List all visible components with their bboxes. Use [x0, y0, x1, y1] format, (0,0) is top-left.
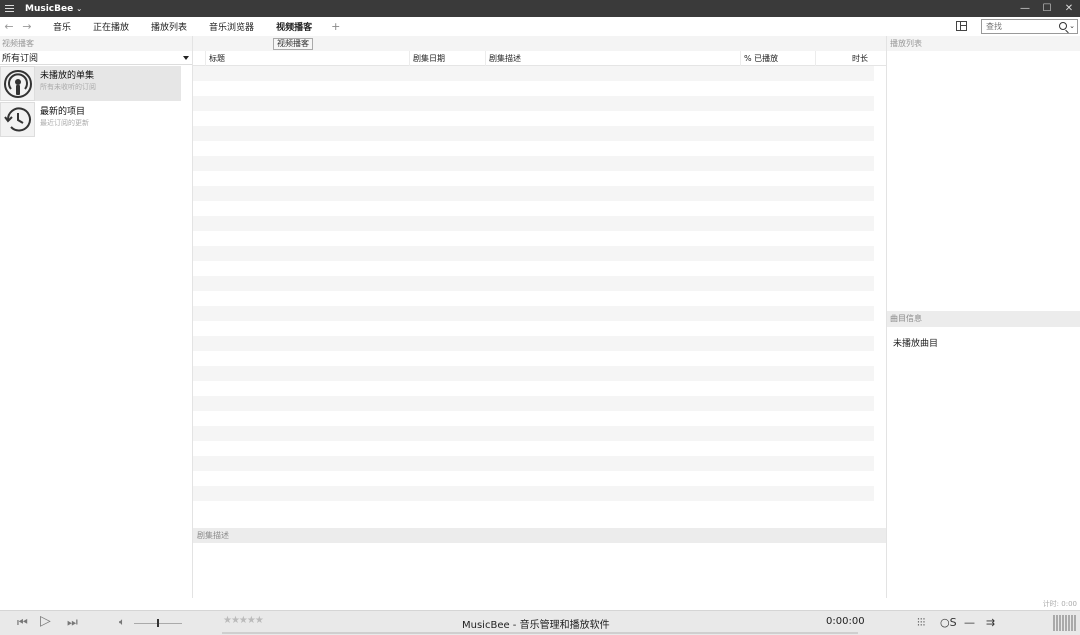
- caret-down-icon: [183, 55, 189, 60]
- feed-subtitle: 最近订阅的更新: [40, 119, 89, 127]
- playback-progress-bar[interactable]: [222, 632, 858, 634]
- search-input[interactable]: [986, 22, 1056, 31]
- podcast-feeds-panel: 视频播客 所有订阅 未播放的单集 所有未收听的订阅 最新的项目 最近订阅的更新: [0, 36, 193, 598]
- table-row: [193, 501, 874, 516]
- table-row: [193, 126, 874, 141]
- table-row: [193, 216, 874, 231]
- subscription-filter-dropdown[interactable]: 所有订阅: [0, 51, 192, 65]
- scrobble-icon[interactable]: ○S: [940, 616, 957, 629]
- table-row: [193, 381, 874, 396]
- feed-item-unplayed[interactable]: 未播放的单集 所有未收听的订阅: [0, 66, 181, 101]
- playback-time: 0:00:00: [826, 616, 865, 627]
- rating-stars[interactable]: ★★★★★: [223, 615, 264, 626]
- column-spacer: [193, 50, 206, 66]
- playlist-panel-header: 播放列表: [887, 36, 1080, 51]
- table-row: [193, 351, 874, 366]
- play-icon[interactable]: ▷: [40, 613, 51, 629]
- episode-list-panel: 标题 剧集日期 剧集描述 % 已播放 时长 剧集描述: [193, 36, 886, 598]
- filter-value: 所有订阅: [2, 54, 39, 64]
- previous-track-icon[interactable]: ⏮: [17, 615, 28, 630]
- timer-text: 计时: 0:00: [1042, 600, 1077, 608]
- now-playing-text: MusicBee - 音乐管理和播放软件: [462, 620, 610, 631]
- table-row: [193, 411, 874, 426]
- dash-icon[interactable]: —: [964, 616, 975, 629]
- table-row: [193, 66, 874, 81]
- feed-subtitle: 所有未收听的订阅: [40, 83, 96, 91]
- maximize-icon[interactable]: ☐: [1036, 0, 1058, 17]
- table-row: [193, 306, 874, 321]
- layout-panel-icon[interactable]: [956, 21, 967, 31]
- tab-music[interactable]: 音乐: [42, 20, 82, 33]
- table-row: [193, 231, 874, 246]
- table-row: [193, 336, 874, 351]
- back-arrow-icon[interactable]: ←: [0, 20, 18, 33]
- equalizer-icon[interactable]: ⫶⫶⫶: [917, 616, 925, 630]
- track-info-header: 曲目信息: [887, 311, 1080, 327]
- episode-rows[interactable]: [193, 66, 874, 516]
- forward-arrow-icon[interactable]: →: [18, 20, 36, 33]
- table-row: [193, 186, 874, 201]
- table-row: [193, 156, 874, 171]
- volume-icon[interactable]: 🔈︎: [119, 617, 125, 628]
- track-info-text: 未播放曲目: [893, 339, 939, 349]
- table-row: [193, 261, 874, 276]
- tab-now-playing[interactable]: 正在播放: [82, 20, 140, 33]
- podcast-icon: [0, 66, 35, 101]
- volume-slider-handle[interactable]: [157, 619, 159, 627]
- table-row: [193, 486, 874, 501]
- table-row: [193, 246, 874, 261]
- window-controls: — ☐ ✕: [1014, 0, 1080, 17]
- table-row: [193, 201, 874, 216]
- shuffle-repeat-icon[interactable]: ⇉: [986, 616, 995, 629]
- nav-bar: ← → 音乐 正在播放 播放列表 音乐浏览器 视频播客 + ⌄: [0, 17, 1080, 36]
- table-row: [193, 291, 874, 306]
- chevron-down-icon[interactable]: ⌄: [1069, 22, 1075, 30]
- table-row: [193, 141, 874, 156]
- table-row: [193, 471, 874, 486]
- column-episode-description[interactable]: 剧集描述: [486, 50, 741, 66]
- table-row: [193, 276, 874, 291]
- title-bar: MusicBee ⌄ — ☐ ✕: [0, 0, 1080, 17]
- tab-podcasts[interactable]: 视频播客: [265, 20, 323, 33]
- tab-music-explorer[interactable]: 音乐浏览器: [198, 20, 265, 33]
- column-episode-date[interactable]: 剧集日期: [410, 50, 486, 66]
- table-row: [193, 171, 874, 186]
- table-row: [193, 396, 874, 411]
- table-row: [193, 81, 874, 96]
- right-panel: 播放列表 曲目信息 未播放曲目: [886, 36, 1080, 598]
- tab-tooltip: 视频播客: [273, 38, 313, 50]
- hamburger-menu-icon[interactable]: [0, 0, 18, 17]
- episode-table-header: 标题 剧集日期 剧集描述 % 已播放 时长: [193, 50, 886, 66]
- search-icon[interactable]: [1059, 22, 1067, 30]
- close-icon[interactable]: ✕: [1058, 0, 1080, 17]
- table-row: [193, 111, 874, 126]
- feed-title: 未播放的单集: [40, 71, 95, 81]
- app-menu-button[interactable]: MusicBee ⌄: [25, 4, 82, 14]
- column-title[interactable]: 标题: [206, 50, 410, 66]
- table-row: [193, 441, 874, 456]
- feed-title: 最新的项目: [40, 107, 86, 117]
- table-row: [193, 456, 874, 471]
- minimize-icon[interactable]: —: [1014, 0, 1036, 17]
- feed-item-latest[interactable]: 最新的项目 最近订阅的更新: [0, 102, 181, 137]
- table-row: [193, 321, 874, 336]
- status-strip: 计时: 0:00: [0, 598, 1080, 610]
- column-duration[interactable]: 时长: [816, 51, 872, 66]
- spectrum-visualizer-icon[interactable]: [1053, 615, 1077, 631]
- table-row: [193, 96, 874, 111]
- table-row: [193, 426, 874, 441]
- app-title: MusicBee: [25, 3, 74, 14]
- episode-description-header: 剧集描述: [193, 528, 886, 543]
- next-track-icon[interactable]: ⏭: [67, 615, 78, 630]
- panel-header: 视频播客: [0, 36, 192, 51]
- search-box: ⌄: [981, 19, 1078, 34]
- chevron-down-icon: ⌄: [76, 4, 83, 13]
- tab-playlists[interactable]: 播放列表: [140, 20, 198, 33]
- table-row: [193, 366, 874, 381]
- column-percent-played[interactable]: % 已播放: [741, 50, 816, 66]
- history-clock-icon: [0, 102, 35, 137]
- add-tab-icon[interactable]: +: [323, 20, 348, 33]
- player-bar: ⏮ ▷ ⏭ 🔈︎ ★★★★★ MusicBee - 音乐管理和播放软件 0:00…: [0, 610, 1080, 635]
